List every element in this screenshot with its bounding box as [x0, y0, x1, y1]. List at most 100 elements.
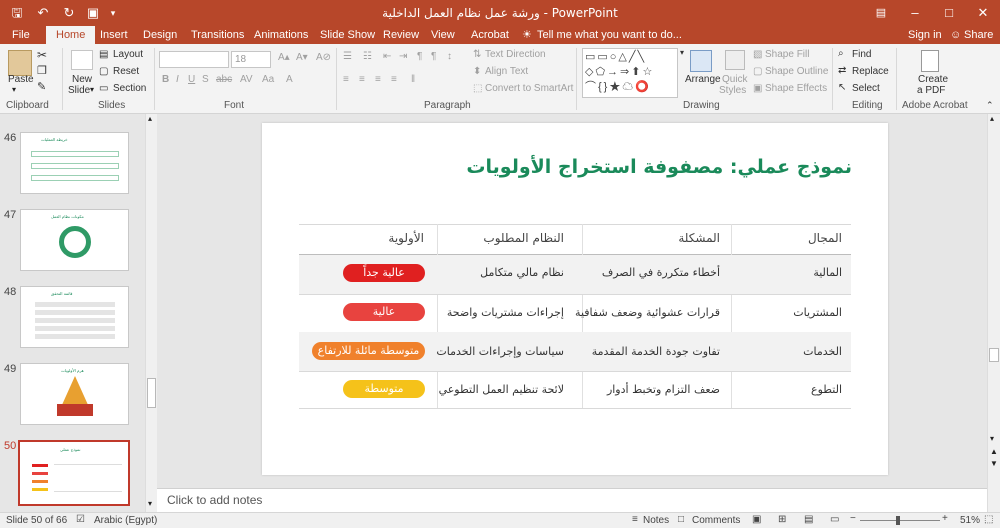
italic-icon[interactable]: I — [176, 74, 179, 85]
comments-toggle[interactable]: Comments — [692, 515, 740, 526]
zoom-slider-thumb[interactable] — [896, 516, 900, 525]
slide-thumbnail-47[interactable]: مكونات نظام العمل — [20, 209, 129, 271]
paste-button[interactable]: Paste — [8, 74, 34, 85]
change-case-icon[interactable]: Aa — [262, 74, 274, 85]
maximize-button[interactable]: □ — [932, 0, 966, 26]
tab-home[interactable]: Home — [46, 26, 96, 44]
slide-sorter-icon[interactable]: ⊞ — [778, 514, 786, 525]
new-slide-button[interactable]: New — [72, 74, 92, 85]
paste-icon[interactable] — [8, 50, 32, 76]
collapse-ribbon-icon[interactable]: ⌃ — [986, 100, 994, 111]
arrange-icon[interactable] — [690, 50, 712, 72]
new-slide-dropdown-icon[interactable]: ▾ — [90, 85, 94, 94]
scroll-down-icon[interactable]: ▾ — [990, 434, 994, 443]
minimize-button[interactable]: – — [898, 0, 932, 26]
create-pdf-button[interactable]: Create — [918, 74, 948, 85]
slide-thumbnail-46[interactable]: خريطة العمليات — [20, 132, 129, 194]
justify-icon[interactable]: ≡ — [391, 74, 397, 85]
columns-icon[interactable]: ‖ — [411, 74, 415, 85]
tab-design[interactable]: Design — [143, 26, 177, 44]
slide-thumbnail-49[interactable]: هرم الأولويات — [20, 363, 129, 425]
shapes-gallery-more-icon[interactable]: ▾ — [680, 48, 684, 57]
sign-in-link[interactable]: Sign in — [908, 26, 942, 44]
zoom-level[interactable]: 51% — [960, 515, 980, 526]
cut-icon[interactable]: ✂ — [37, 48, 47, 62]
tab-insert[interactable]: Insert — [100, 26, 128, 44]
share-button[interactable]: Share — [964, 26, 993, 44]
new-slide-icon[interactable] — [71, 50, 93, 70]
layout-button[interactable]: Layout — [113, 49, 143, 60]
font-name-box[interactable] — [159, 51, 229, 68]
scrollbar-thumb[interactable] — [989, 348, 999, 362]
quick-styles-button[interactable]: Quick — [722, 74, 748, 85]
notes-toggle[interactable]: Notes — [643, 515, 669, 526]
align-text-button[interactable]: Align Text — [485, 66, 528, 77]
format-painter-icon[interactable]: ✎ — [37, 80, 46, 93]
scroll-down-icon[interactable]: ▾ — [148, 499, 152, 508]
thumbnail-scrollbar[interactable]: ▴ ▾ — [145, 114, 157, 512]
quick-styles-button-line2[interactable]: Styles — [719, 85, 746, 96]
character-spacing-icon[interactable]: AV — [240, 74, 253, 85]
normal-view-icon[interactable]: ▣ — [752, 514, 761, 525]
ribbon-display-options-icon[interactable]: ▤ — [864, 0, 898, 26]
copy-icon[interactable]: ❐ — [37, 64, 47, 77]
slide-title[interactable]: نموذج عملي: مصفوفة استخراج الأولويات — [440, 156, 852, 178]
scrollbar-thumb[interactable] — [147, 378, 156, 408]
tab-slide-show[interactable]: Slide Show — [320, 26, 375, 44]
strikethrough-icon[interactable]: abc — [216, 74, 232, 85]
scroll-up-icon[interactable]: ▴ — [990, 114, 994, 123]
notes-icon[interactable]: ≡ — [632, 514, 638, 525]
align-center-icon[interactable]: ≡ — [359, 74, 365, 85]
scroll-up-icon[interactable]: ▴ — [148, 114, 152, 123]
create-pdf-icon[interactable] — [921, 50, 939, 72]
notes-placeholder[interactable]: Click to add notes — [167, 493, 262, 507]
decrease-indent-icon[interactable]: ⇤ — [383, 51, 391, 62]
language-indicator[interactable]: Arabic (Egypt) — [94, 515, 157, 526]
create-pdf-button-line2[interactable]: a PDF — [917, 85, 945, 96]
increase-indent-icon[interactable]: ⇥ — [399, 51, 407, 62]
section-button[interactable]: Section — [113, 83, 146, 94]
spelling-icon[interactable]: ☑ — [76, 514, 85, 525]
reset-button[interactable]: Reset — [113, 66, 139, 77]
zoom-in-icon[interactable]: + — [942, 513, 948, 524]
slideshow-view-icon[interactable]: ▭ — [830, 514, 839, 525]
slide-thumbnail-48[interactable]: قائمة التحقق — [20, 286, 129, 348]
tab-animations[interactable]: Animations — [254, 26, 308, 44]
notes-pane[interactable]: Click to add notes — [157, 488, 987, 512]
tell-me-box[interactable]: Tell me what you want to do... — [537, 26, 682, 44]
quick-styles-icon[interactable] — [725, 50, 745, 70]
underline-icon[interactable]: U — [188, 74, 195, 85]
align-left-icon[interactable]: ≡ — [343, 74, 349, 85]
shape-outline-button[interactable]: Shape Outline — [765, 66, 828, 77]
line-spacing-icon[interactable]: ↕ — [447, 51, 452, 62]
reading-view-icon[interactable]: ▤ — [804, 514, 813, 525]
share-icon[interactable]: ☺ — [950, 26, 961, 44]
text-direction-button[interactable]: Text Direction — [485, 49, 546, 60]
arrange-button[interactable]: Arrange — [685, 74, 721, 85]
shrink-font-icon[interactable]: A▾ — [296, 52, 308, 63]
paste-dropdown-icon[interactable]: ▾ — [12, 85, 16, 94]
zoom-out-icon[interactable]: − — [850, 513, 856, 524]
bullets-icon[interactable]: ☰ — [343, 51, 352, 62]
rtl-icon[interactable]: ¶ — [417, 51, 422, 62]
align-right-icon[interactable]: ≡ — [375, 74, 381, 85]
font-size-box[interactable]: 18 — [231, 51, 271, 68]
tab-file[interactable]: File — [12, 26, 30, 44]
shape-effects-button[interactable]: Shape Effects — [765, 83, 827, 94]
shapes-gallery[interactable]: ▭▭○△╱╲ ◇⬠→⇒⬆☆ ⌒{}★☁⭕ — [582, 48, 678, 98]
next-slide-icon[interactable]: ▼ — [990, 459, 998, 468]
slide-scrollbar[interactable]: ▴ ▾ ▲ ▼ — [987, 114, 1000, 512]
tab-view[interactable]: View — [431, 26, 455, 44]
bold-icon[interactable]: B — [162, 74, 169, 85]
select-button[interactable]: Select — [852, 83, 880, 94]
convert-smartart-button[interactable]: Convert to SmartArt — [485, 83, 573, 94]
new-slide-button-line2[interactable]: Slide — [68, 85, 90, 96]
fit-to-window-icon[interactable]: ⬚ — [984, 514, 993, 525]
close-button[interactable]: ✕ — [966, 0, 1000, 26]
find-button[interactable]: Find — [852, 49, 871, 60]
replace-button[interactable]: Replace — [852, 66, 889, 77]
tab-review[interactable]: Review — [383, 26, 419, 44]
slide-thumbnail-50[interactable]: نموذج عملي — [18, 440, 130, 506]
zoom-slider-track[interactable] — [860, 520, 940, 521]
clear-formatting-icon[interactable]: A⊘ — [316, 52, 331, 63]
